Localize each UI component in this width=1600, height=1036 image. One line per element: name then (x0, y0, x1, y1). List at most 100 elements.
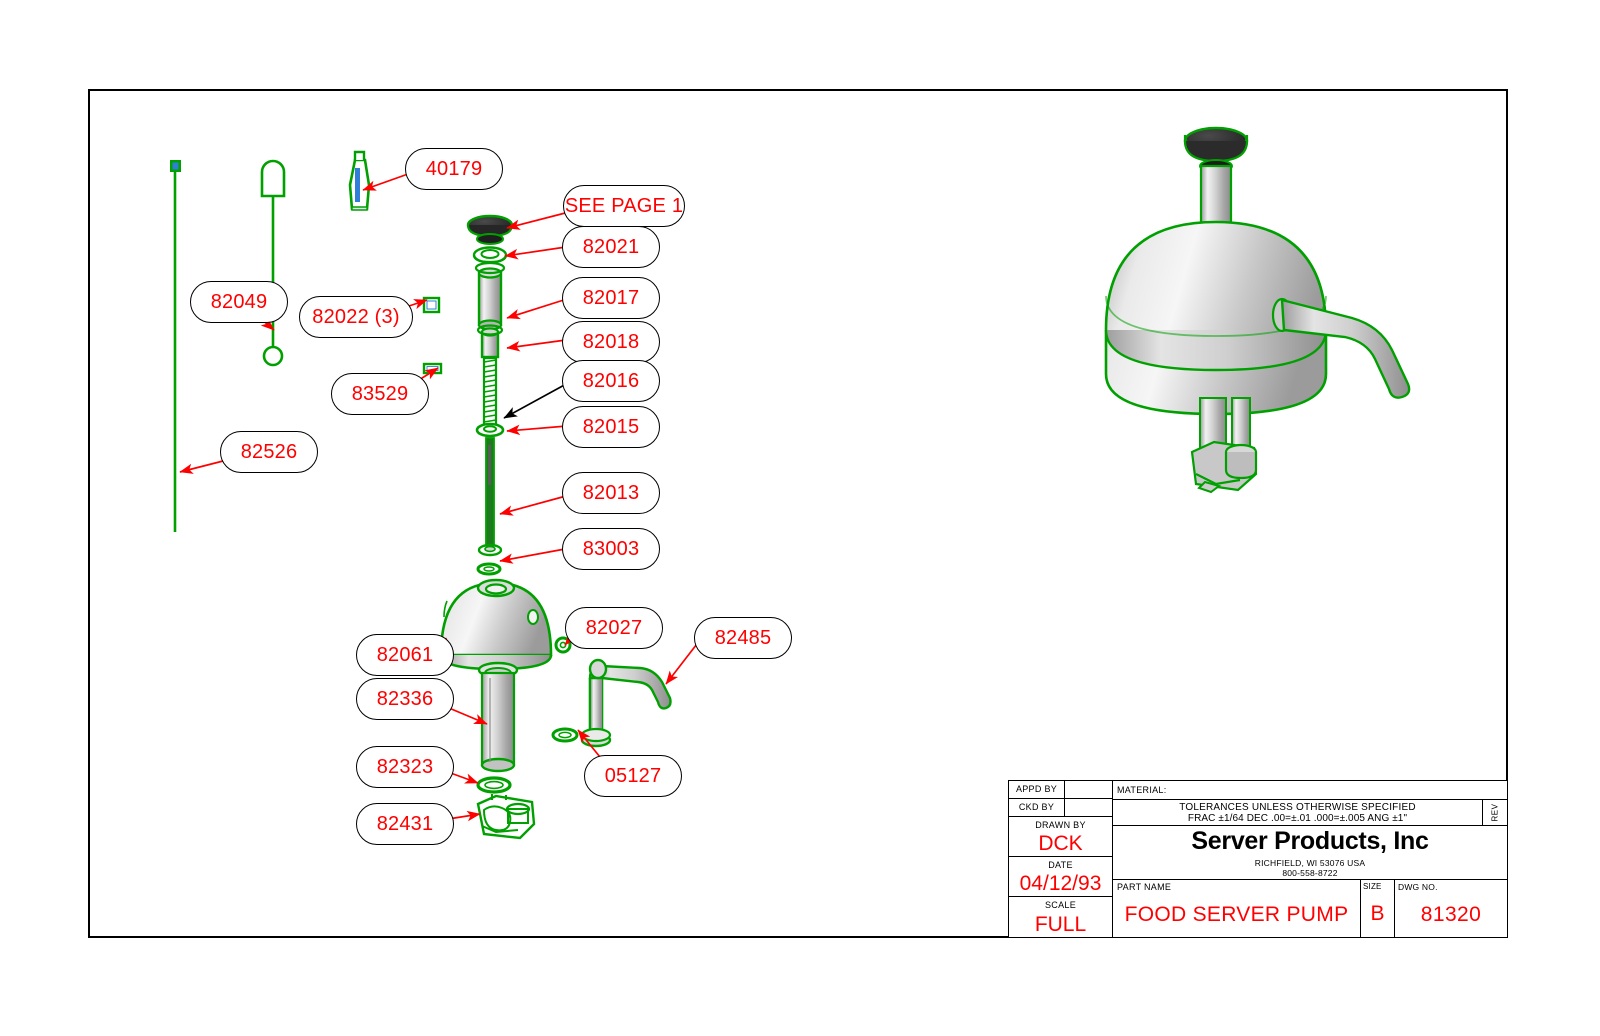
callout-balloon-82016[interactable]: 82016 (562, 360, 660, 402)
part-82013-piston-rod (477, 437, 503, 557)
part-82021-collar (472, 246, 508, 264)
drawn-by-value: DCK (1009, 832, 1112, 857)
callout-balloon-82013[interactable]: 82013 (562, 472, 660, 514)
callout-balloon-05127[interactable]: 05127 (584, 755, 682, 797)
callout-balloon-83003[interactable]: 83003 (562, 528, 660, 570)
callout-label-82027: 82027 (585, 617, 643, 639)
size-value: B (1370, 902, 1385, 925)
tolerance-note: TOLERANCES UNLESS OTHERWISE SPECIFIED FR… (1113, 800, 1483, 825)
size-label: SIZE (1363, 882, 1382, 891)
callout-label-82022: 82022 (3) (312, 306, 400, 328)
ckd-by-label: CKD BY (1009, 798, 1065, 816)
callout-balloon-82323[interactable]: 82323 (356, 746, 454, 788)
drawn-by-label: DRAWN BY (1035, 819, 1086, 830)
part-82336-down-tube (477, 661, 519, 773)
part-82016-spring (482, 356, 498, 428)
callout-balloon-82049[interactable]: 82049 (190, 281, 288, 323)
leader-line-82018 (506, 339, 567, 352)
part-name-label: PART NAME (1117, 882, 1172, 892)
callout-label-82013: 82013 (582, 482, 640, 504)
callout-balloon-82336[interactable]: 82336 (356, 678, 454, 720)
callout-label-05127: 05127 (604, 765, 662, 787)
callout-label-82431: 82431 (376, 813, 434, 835)
callout-label-see-page-1: SEE PAGE 1 (564, 195, 684, 217)
leader-line-82526 (179, 459, 228, 474)
leader-line-82013 (499, 495, 567, 516)
tolerance-line-1: TOLERANCES UNLESS OTHERWISE SPECIFIED (1179, 801, 1416, 813)
callout-label-82015: 82015 (582, 416, 640, 438)
part-name-cell: PART NAME FOOD SERVER PUMP (1113, 880, 1361, 937)
callout-label-82018: 82018 (582, 331, 640, 353)
part-82015-washer (475, 422, 505, 438)
leader-line-82016 (503, 382, 569, 419)
part-82485-spout (580, 658, 672, 748)
part-83003-oring (476, 562, 502, 576)
callout-balloon-82061[interactable]: 82061 (356, 634, 454, 676)
part-40179-lubricant-tube (348, 150, 371, 211)
part-82018-sleeve (476, 324, 504, 359)
scale-label: SCALE (1044, 899, 1076, 910)
callout-balloon-82027[interactable]: 82027 (565, 607, 663, 649)
callout-balloon-82022[interactable]: 82022 (3) (299, 296, 413, 338)
callout-label-82323: 82323 (376, 756, 434, 778)
tolerance-line-2: FRAC ±1/64 DEC .00=±.01 .000=±.005 ANG ±… (1187, 812, 1408, 824)
revision-label: REV (1490, 803, 1500, 822)
title-block: APPD BY CKD BY DRAWN BY DCK DATE 04/12/9… (1008, 780, 1508, 938)
callout-label-82526: 82526 (240, 441, 298, 463)
callout-label-83003: 83003 (582, 538, 640, 560)
callout-label-82021: 82021 (582, 236, 640, 258)
part-knob-see-page-1 (466, 214, 514, 245)
callout-balloon-see-page-1[interactable]: SEE PAGE 1 (563, 185, 685, 227)
company-name: Server Products, Inc (1191, 827, 1429, 855)
callout-balloon-82485[interactable]: 82485 (694, 617, 792, 659)
dwg-no-value: 81320 (1420, 902, 1482, 926)
callout-balloon-82018[interactable]: 82018 (562, 321, 660, 363)
dwg-no-cell: DWG NO. 81320 (1395, 880, 1507, 937)
revision-cell: REV (1483, 800, 1507, 825)
date-value: 04/12/93 (1009, 872, 1112, 897)
leader-line-82015 (506, 424, 568, 436)
company-block: Server Products, Inc RICHFIELD, WI 53076… (1113, 826, 1507, 880)
part-05127-oring (551, 727, 579, 743)
leader-line-see-page-1 (506, 210, 574, 230)
assembled-pump-view (1104, 126, 1411, 494)
callout-balloon-82431[interactable]: 82431 (356, 803, 454, 845)
leader-line-82017 (506, 297, 571, 320)
callout-label-82016: 82016 (582, 370, 640, 392)
leader-line-82021 (504, 246, 567, 260)
callout-label-82061: 82061 (376, 644, 434, 666)
callout-balloon-82021[interactable]: 82021 (562, 226, 660, 268)
title-block-left-column: APPD BY CKD BY DRAWN BY DCK DATE 04/12/9… (1009, 781, 1113, 937)
company-address: RICHFIELD, WI 53076 USA (1254, 858, 1366, 868)
title-block-right-column: MATERIAL: TOLERANCES UNLESS OTHERWISE SP… (1113, 781, 1507, 937)
size-cell: SIZE B (1361, 880, 1395, 937)
callout-label-82017: 82017 (582, 287, 640, 309)
date-label: DATE (1048, 859, 1073, 870)
part-82431-foot-valve (476, 794, 536, 840)
appd-by-label: APPD BY (1009, 781, 1065, 798)
title-block-bottom-row: PART NAME FOOD SERVER PUMP SIZE B DWG NO… (1113, 880, 1507, 937)
callout-balloon-82017[interactable]: 82017 (562, 277, 660, 319)
callout-label-82485: 82485 (714, 627, 772, 649)
callout-label-82049: 82049 (210, 291, 268, 313)
tolerance-row: TOLERANCES UNLESS OTHERWISE SPECIFIED FR… (1113, 800, 1507, 826)
part-name-value: FOOD SERVER PUMP (1124, 902, 1349, 926)
appd-by-value[interactable] (1065, 781, 1112, 798)
ckd-by-value[interactable] (1065, 799, 1112, 816)
callout-balloon-82015[interactable]: 82015 (562, 406, 660, 448)
company-phone: 800-558-8722 (1282, 868, 1338, 878)
dwg-no-label: DWG NO. (1398, 882, 1438, 892)
callout-balloon-83529[interactable]: 83529 (331, 373, 429, 415)
callout-balloon-40179[interactable]: 40179 (405, 148, 503, 190)
drawing-page: 40179 82049 82022 (3) 83529 82526 SEE PAGE 1 8… (0, 0, 1600, 1036)
part-82323-oring (476, 776, 512, 794)
part-82061-dome-body (439, 578, 553, 671)
appd-by-row: APPD BY (1009, 781, 1112, 799)
leader-line-83003 (499, 548, 566, 564)
callout-label-40179: 40179 (425, 158, 483, 180)
part-82049-brush (260, 159, 286, 367)
callout-balloon-82526[interactable]: 82526 (220, 431, 318, 473)
ckd-by-row: CKD BY (1009, 798, 1112, 817)
scale-value: FULL (1034, 912, 1087, 936)
callout-label-82336: 82336 (376, 688, 434, 710)
